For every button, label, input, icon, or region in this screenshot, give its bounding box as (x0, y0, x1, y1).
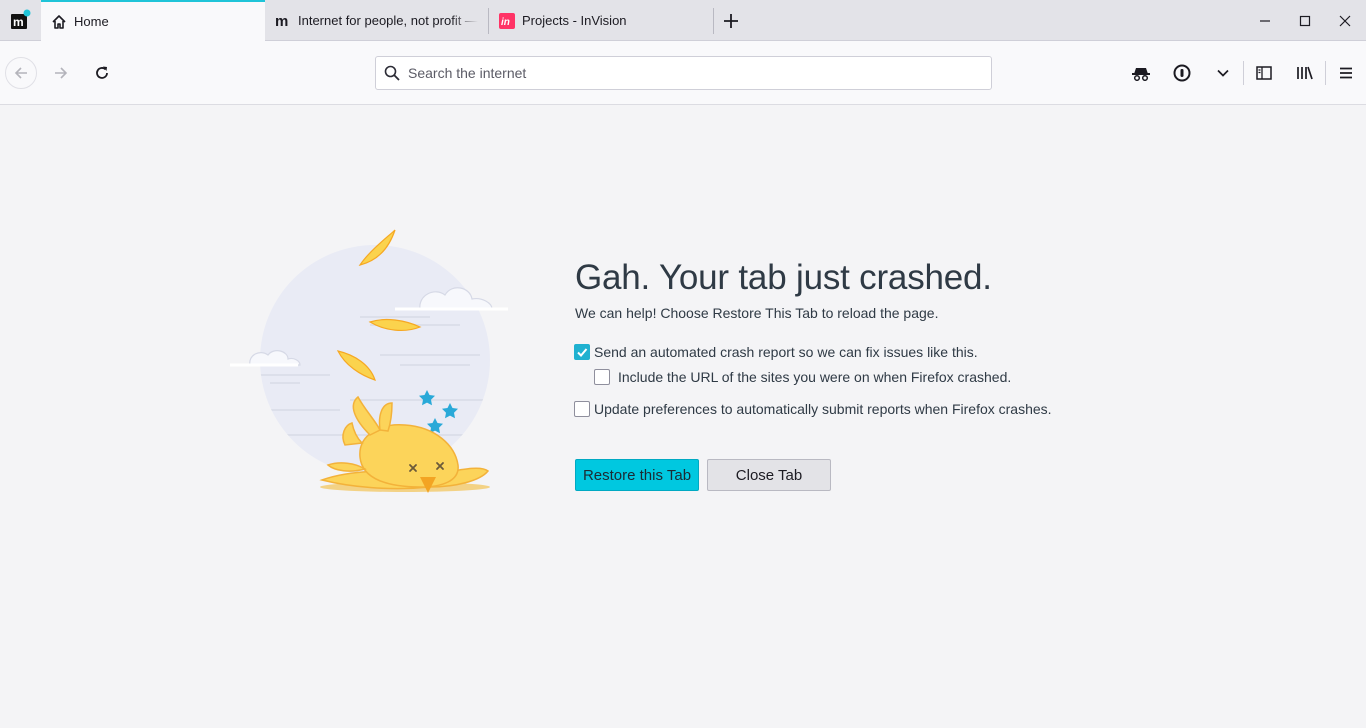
maximize-button[interactable] (1292, 8, 1318, 34)
checkmark-icon (577, 348, 588, 357)
home-icon (51, 14, 67, 30)
crashed-bird-illustration (230, 225, 530, 500)
library-button[interactable] (1290, 58, 1320, 88)
plus-icon (724, 14, 738, 28)
tab-strip: m Home m Internet for people, not profit… (0, 0, 1366, 41)
close-icon (1339, 15, 1351, 27)
minimize-button[interactable] (1252, 8, 1278, 34)
crash-title: Gah. Your tab just crashed. (575, 258, 992, 297)
include-url-option[interactable]: Include the URL of the sites you were on… (594, 369, 1011, 385)
mozilla-m-icon: m (275, 13, 291, 29)
sidebar-button[interactable] (1249, 58, 1279, 88)
sidebar-icon (1256, 66, 1272, 80)
toolbar-divider (1243, 61, 1244, 85)
tab-separator (713, 8, 714, 34)
overflow-menu-button[interactable] (1208, 58, 1238, 88)
invision-icon: in (499, 12, 515, 29)
close-window-button[interactable] (1332, 8, 1358, 34)
tab-title: Internet for people, not profit — Mozill… (298, 13, 478, 28)
back-button[interactable] (5, 57, 37, 89)
tab-title: Projects - InVision (522, 13, 627, 28)
crash-subtitle: We can help! Choose Restore This Tab to … (575, 305, 939, 321)
forward-button[interactable] (46, 58, 76, 88)
mozilla-app-logo-icon[interactable]: m (9, 9, 31, 31)
tab-invision[interactable]: in Projects - InVision (489, 0, 713, 41)
private-browsing-button[interactable] (1126, 58, 1156, 88)
chevron-down-icon (1217, 69, 1229, 77)
option-label: Send an automated crash report so we can… (594, 344, 978, 360)
svg-text:m: m (13, 15, 24, 29)
tab-title: Home (74, 14, 109, 29)
auto-submit-option[interactable]: Update preferences to automatically subm… (574, 401, 1052, 417)
arrow-left-icon (14, 67, 27, 79)
search-icon (384, 65, 400, 81)
toolbar-divider (1325, 61, 1326, 85)
svg-text:in: in (501, 17, 510, 28)
arrow-right-icon (55, 67, 68, 79)
reload-button[interactable] (87, 58, 117, 88)
search-input[interactable] (408, 65, 968, 81)
tab-home[interactable]: Home (41, 0, 265, 41)
tab-mozilla[interactable]: m Internet for people, not profit — Mozi… (265, 0, 488, 41)
hamburger-menu-icon (1340, 67, 1352, 79)
lockwise-button[interactable] (1167, 58, 1197, 88)
maximize-icon (1299, 15, 1311, 27)
incognito-icon (1132, 68, 1150, 81)
new-tab-button[interactable] (718, 8, 744, 34)
main-menu-button[interactable] (1331, 58, 1361, 88)
auto-submit-checkbox[interactable] (574, 401, 590, 417)
include-url-checkbox[interactable] (594, 369, 610, 385)
send-crash-report-checkbox[interactable] (574, 344, 590, 360)
navigation-toolbar (0, 41, 1366, 105)
option-label: Update preferences to automatically subm… (594, 401, 1052, 417)
svg-text:m: m (275, 13, 288, 29)
send-crash-report-option[interactable]: Send an automated crash report so we can… (574, 344, 978, 360)
search-bar[interactable] (375, 56, 992, 90)
option-label: Include the URL of the sites you were on… (618, 369, 1012, 385)
library-icon (1297, 66, 1313, 80)
minimize-icon (1260, 20, 1270, 22)
reload-icon (96, 66, 108, 79)
close-tab-button[interactable]: Close Tab (707, 459, 831, 491)
restore-tab-button[interactable]: Restore this Tab (575, 459, 699, 491)
password-key-icon (1173, 64, 1191, 82)
